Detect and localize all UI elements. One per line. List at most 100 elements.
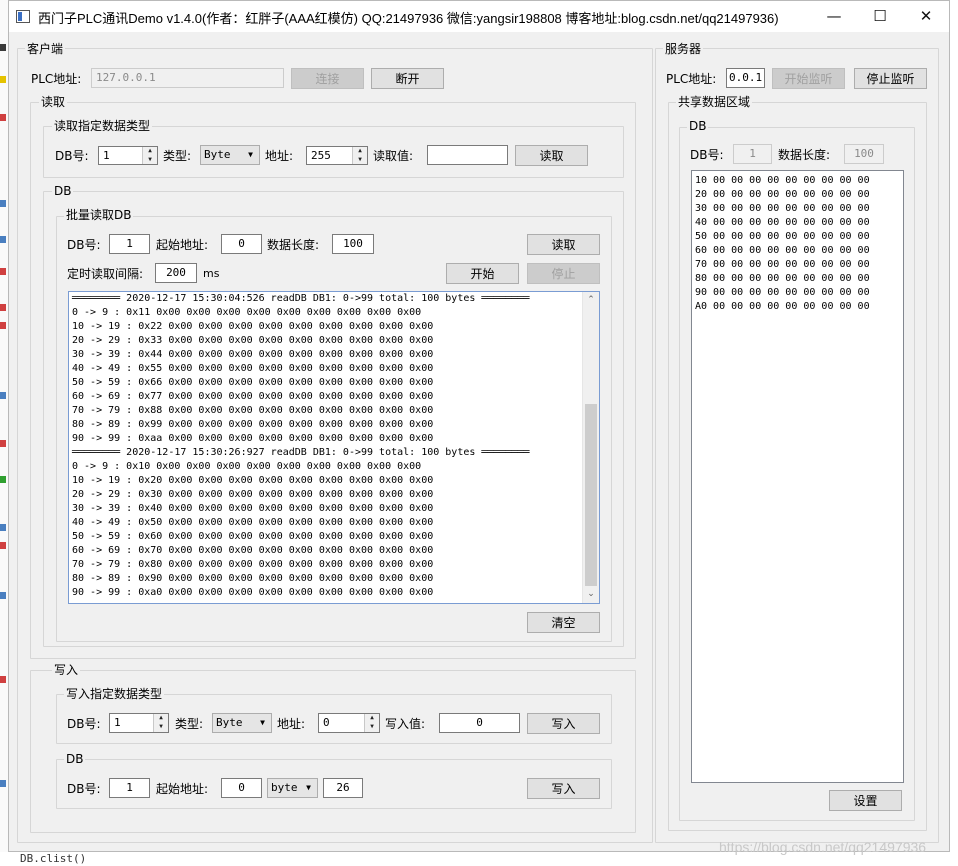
close-button[interactable]: ✕ bbox=[903, 1, 949, 32]
log-line: 60 -> 69 : 0x70 0x00 0x00 0x00 0x00 0x00… bbox=[72, 545, 434, 556]
shared-data-textarea[interactable]: 10 00 00 00 00 00 00 00 00 00 20 00 00 00… bbox=[691, 170, 904, 783]
connect-button[interactable]: 连接 bbox=[291, 68, 364, 89]
shared-length-input[interactable]: 100 bbox=[844, 144, 884, 164]
spin-arrows-icon[interactable]: ▲ ▼ bbox=[142, 147, 157, 164]
batch-start-input[interactable]: 0 bbox=[221, 234, 262, 254]
read-value-label: 读取值: bbox=[373, 149, 414, 163]
write-start-input[interactable]: 0 bbox=[221, 778, 262, 798]
app-icon bbox=[16, 10, 30, 23]
client-group-title: 客户端 bbox=[25, 42, 66, 56]
editor-mark bbox=[0, 44, 6, 51]
shared-db-input[interactable]: 1 bbox=[733, 144, 772, 164]
write-typed-db-label: DB号: bbox=[67, 717, 101, 731]
server-plc-address-input[interactable]: 0.0.1 bbox=[726, 68, 765, 88]
read-typed-group-title: 读取指定数据类型 bbox=[52, 119, 153, 133]
interval-unit: ms bbox=[203, 267, 220, 280]
write-unit-value: byte bbox=[271, 781, 298, 794]
write-typed-button[interactable]: 写入 bbox=[527, 713, 600, 734]
minimize-button[interactable]: — bbox=[811, 1, 857, 32]
disconnect-button[interactable]: 断开 bbox=[371, 68, 444, 89]
write-value-label: 写入值: bbox=[385, 717, 426, 731]
interval-input[interactable]: 200 bbox=[155, 263, 197, 283]
write-value-input[interactable]: 0 bbox=[439, 713, 520, 733]
stop-timer-button[interactable]: 停止 bbox=[527, 263, 600, 284]
editor-mark bbox=[0, 676, 6, 683]
editor-mark bbox=[0, 524, 6, 531]
read-value-field[interactable] bbox=[427, 145, 508, 165]
editor-mark bbox=[0, 592, 6, 599]
write-db-input[interactable]: 1 bbox=[109, 778, 150, 798]
shared-data-line: 30 00 00 00 00 00 00 00 00 00 bbox=[695, 203, 870, 214]
read-log-textarea[interactable]: ════════ 2020-12-17 15:30:04:526 readDB … bbox=[68, 291, 600, 604]
batch-read-button[interactable]: 读取 bbox=[527, 234, 600, 255]
server-plc-address-label: PLC地址: bbox=[666, 72, 717, 86]
start-timer-button[interactable]: 开始 bbox=[446, 263, 519, 284]
write-typed-db-spinbox[interactable]: 1 ▲ ▼ bbox=[109, 713, 169, 733]
read-typed-type-combo[interactable]: Byte ▼ bbox=[200, 145, 260, 165]
write-typed-address-value: 0 bbox=[323, 716, 330, 729]
log-line: 80 -> 89 : 0x99 0x00 0x00 0x00 0x00 0x00… bbox=[72, 419, 434, 430]
log-scrollbar[interactable]: ⌃ ⌄ bbox=[582, 292, 599, 603]
shared-area-group-title: 共享数据区域 bbox=[676, 95, 753, 109]
watermark: https://blog.csdn.net/qq21497936 bbox=[719, 839, 927, 855]
editor-mark bbox=[0, 236, 6, 243]
client-plc-address-input[interactable]: 127.0.0.1 bbox=[91, 68, 284, 88]
read-typed-address-label: 地址: bbox=[265, 149, 294, 163]
spin-arrows-icon[interactable]: ▲ ▼ bbox=[364, 714, 379, 732]
write-db-button[interactable]: 写入 bbox=[527, 778, 600, 799]
write-start-label: 起始地址: bbox=[156, 782, 209, 796]
read-typed-type-value: Byte bbox=[204, 148, 231, 161]
scroll-up-icon[interactable]: ⌃ bbox=[583, 292, 599, 309]
editor-mark bbox=[0, 476, 6, 483]
read-db-group-title: DB bbox=[52, 184, 74, 198]
read-typed-address-spinbox[interactable]: 255 ▲ ▼ bbox=[306, 146, 368, 165]
stop-listen-button[interactable]: 停止监听 bbox=[854, 68, 927, 89]
maximize-button[interactable]: ☐ bbox=[857, 1, 903, 32]
spin-arrows-icon[interactable]: ▲ ▼ bbox=[153, 714, 168, 732]
read-typed-type-label: 类型: bbox=[163, 149, 192, 163]
log-line: 10 -> 19 : 0x22 0x00 0x00 0x00 0x00 0x00… bbox=[72, 321, 434, 332]
scroll-down-icon[interactable]: ⌄ bbox=[583, 586, 599, 603]
write-typed-address-spinbox[interactable]: 0 ▲ ▼ bbox=[318, 713, 380, 733]
write-typed-db-value: 1 bbox=[114, 716, 121, 729]
editor-gutter bbox=[0, 0, 8, 866]
editor-mark bbox=[0, 114, 6, 121]
read-typed-button[interactable]: 读取 bbox=[515, 145, 588, 166]
log-line: 90 -> 99 : 0xaa 0x00 0x00 0x00 0x00 0x00… bbox=[72, 433, 434, 444]
write-db-label: DB号: bbox=[67, 782, 101, 796]
log-line: 20 -> 29 : 0x33 0x00 0x00 0x00 0x00 0x00… bbox=[72, 335, 434, 346]
log-line: 30 -> 39 : 0x44 0x00 0x00 0x00 0x00 0x00… bbox=[72, 349, 434, 360]
interval-label: 定时读取间隔: bbox=[67, 267, 144, 281]
batch-length-label: 数据长度: bbox=[267, 238, 320, 252]
write-unit-combo[interactable]: byte ▼ bbox=[267, 778, 318, 798]
set-button[interactable]: 设置 bbox=[829, 790, 902, 811]
shared-length-label: 数据长度: bbox=[778, 148, 831, 162]
batch-db-label: DB号: bbox=[67, 238, 101, 252]
shared-data-line: 10 00 00 00 00 00 00 00 00 00 bbox=[695, 175, 870, 186]
write-typed-type-combo[interactable]: Byte ▼ bbox=[212, 713, 272, 733]
clear-button[interactable]: 清空 bbox=[527, 612, 600, 633]
title-bar: 西门子PLC通讯Demo v1.4.0(作者：红胖子(AAA红模仿) QQ:21… bbox=[9, 1, 949, 32]
shared-data-line: 80 00 00 00 00 00 00 00 00 00 bbox=[695, 273, 870, 284]
shared-db-group-title: DB bbox=[687, 119, 709, 133]
window-title: 西门子PLC通讯Demo v1.4.0(作者：红胖子(AAA红模仿) QQ:21… bbox=[38, 11, 779, 26]
shared-data-line: A0 00 00 00 00 00 00 00 00 00 bbox=[695, 301, 870, 312]
log-line: 50 -> 59 : 0x60 0x00 0x00 0x00 0x00 0x00… bbox=[72, 531, 434, 542]
shared-data-lines: 10 00 00 00 00 00 00 00 00 00 20 00 00 00… bbox=[692, 171, 903, 314]
log-line: 30 -> 39 : 0x40 0x00 0x00 0x00 0x00 0x00… bbox=[72, 503, 434, 514]
editor-mark bbox=[0, 440, 6, 447]
start-listen-button[interactable]: 开始监听 bbox=[772, 68, 845, 89]
shared-data-line: 40 00 00 00 00 00 00 00 00 00 bbox=[695, 217, 870, 228]
read-typed-db-spinbox[interactable]: 1 ▲ ▼ bbox=[98, 146, 158, 165]
log-line: 0 -> 9 : 0x11 0x00 0x00 0x00 0x00 0x00 0… bbox=[72, 307, 422, 318]
log-line: 80 -> 89 : 0x90 0x00 0x00 0x00 0x00 0x00… bbox=[72, 573, 434, 584]
batch-length-input[interactable]: 100 bbox=[332, 234, 374, 254]
app-window: 西门子PLC通讯Demo v1.4.0(作者：红胖子(AAA红模仿) QQ:21… bbox=[8, 0, 950, 855]
chevron-down-icon: ▼ bbox=[248, 150, 253, 159]
log-line: 70 -> 79 : 0x80 0x00 0x00 0x00 0x00 0x00… bbox=[72, 559, 434, 570]
batch-db-input[interactable]: 1 bbox=[109, 234, 150, 254]
spin-arrows-icon[interactable]: ▲ ▼ bbox=[352, 147, 367, 164]
write-length-input[interactable]: 26 bbox=[323, 778, 363, 798]
scroll-thumb[interactable] bbox=[585, 404, 597, 586]
read-typed-db-label: DB号: bbox=[55, 149, 89, 163]
